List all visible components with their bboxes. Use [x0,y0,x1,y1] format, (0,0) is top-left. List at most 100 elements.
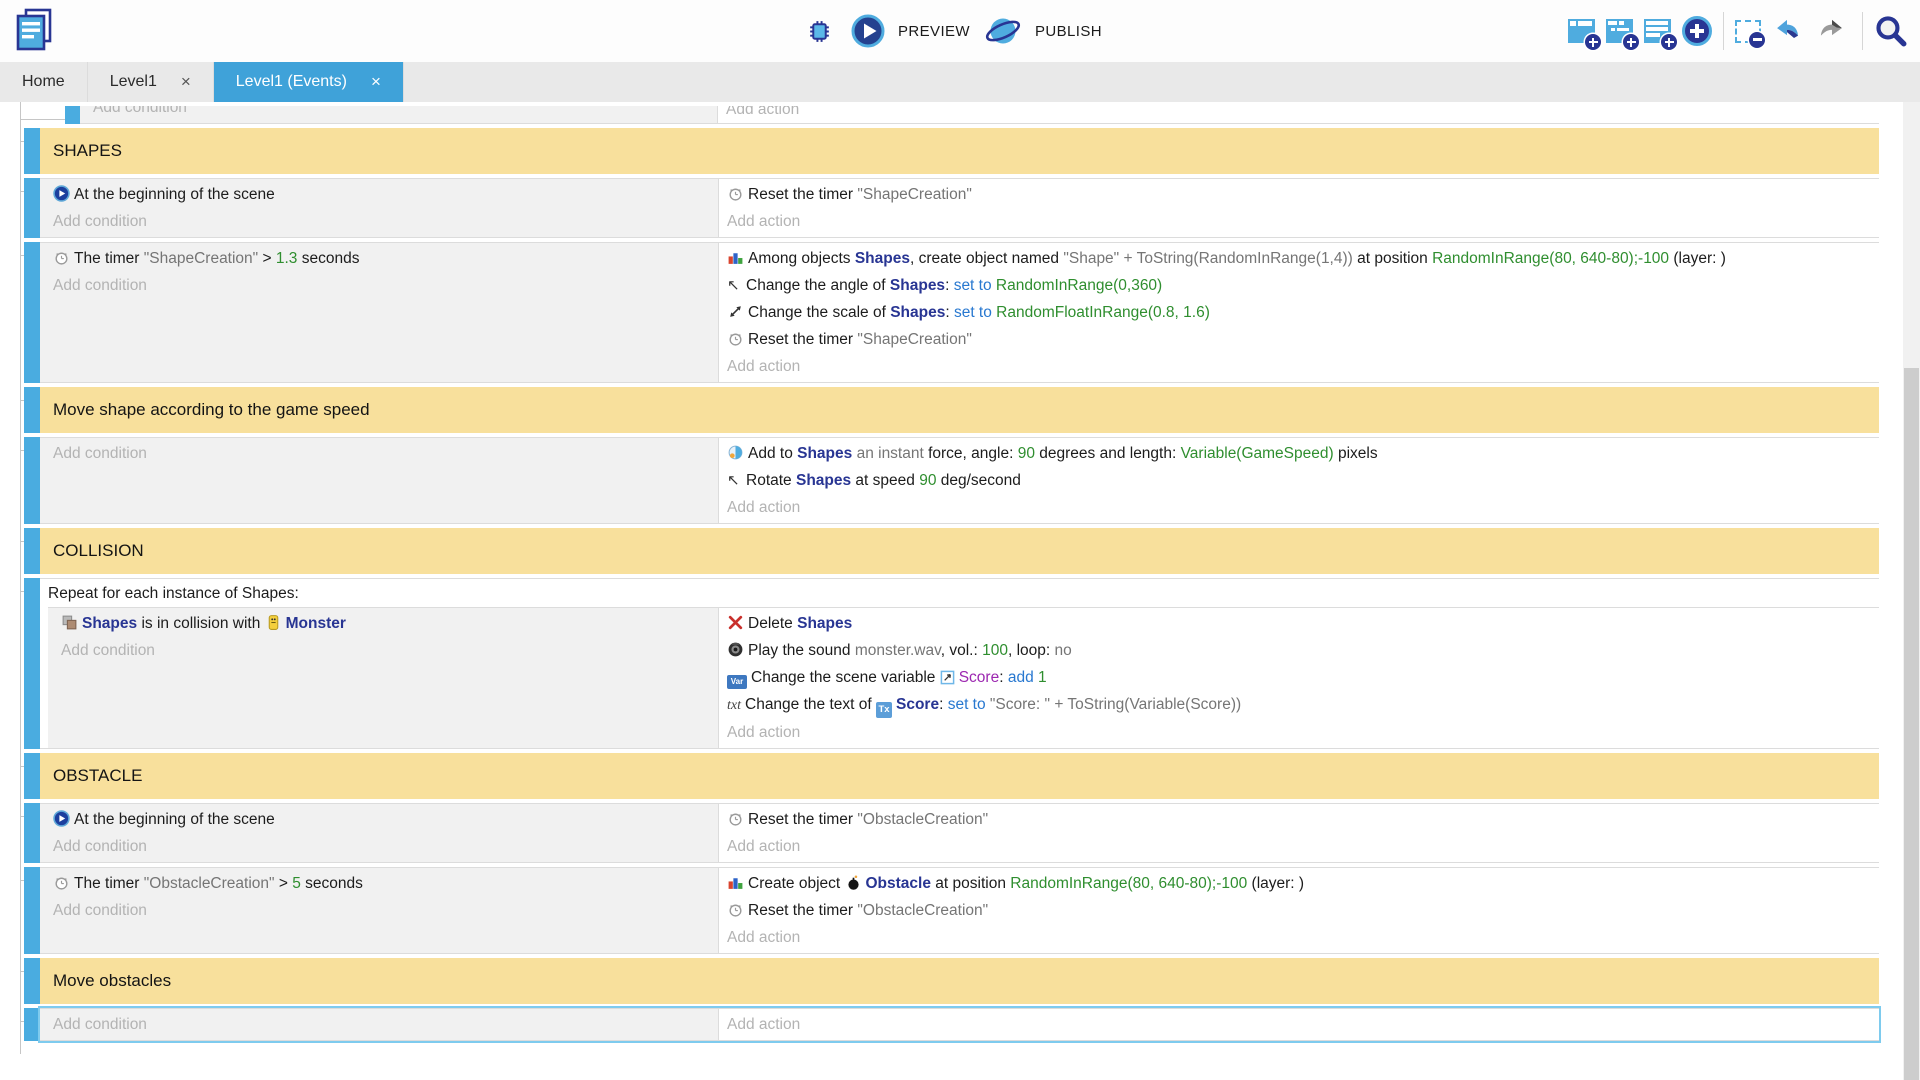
action-change-angle[interactable]: ↖Change the angle of Shapes: set to Rand… [727,272,1869,299]
event-marker[interactable] [24,437,40,524]
condition-timer-shapecreation[interactable]: The timer "ShapeCreation" > 1.3 seconds [53,245,712,272]
event-marker[interactable] [24,528,40,574]
event-marker[interactable] [24,958,40,1004]
gdevelop-logo[interactable] [12,7,56,55]
vertical-scrollbar[interactable] [1903,102,1920,1080]
action-instant-force[interactable]: Add to Shapes an instant force, angle: 9… [727,440,1869,467]
redo-button[interactable] [1817,17,1851,45]
tab-bar: Home Level1 × Level1 (Events) × [0,62,1920,102]
group-obstacle[interactable]: OBSTACLE [24,753,1879,799]
scrollbar-thumb[interactable] [1904,368,1919,1080]
tree-gutter-line [20,102,21,1054]
event-marker[interactable] [65,106,80,124]
add-element-button[interactable] [1682,16,1712,46]
add-action-button[interactable]: Add action [727,208,1869,235]
add-action-button[interactable]: Add action [727,494,1869,521]
scene-start-icon [53,185,70,202]
event-repeat-collision[interactable]: Repeat for each instance of Shapes: Shap… [24,578,1879,749]
group-title[interactable]: SHAPES [40,128,1879,174]
preview-button[interactable]: PREVIEW [851,14,970,48]
action-reset-timer[interactable]: Reset the timer "ObstacleCreation" [727,897,1869,924]
tab-home[interactable]: Home [0,62,88,102]
tab-level1[interactable]: Level1 × [88,62,214,102]
undo-button[interactable] [1772,17,1806,45]
add-action-button[interactable]: Add action [727,353,1869,380]
action-reset-timer[interactable]: Reset the timer "ShapeCreation" [727,181,1869,208]
add-circle-icon [1682,16,1712,46]
condition-collision[interactable]: Shapes is in collision with Monster [61,610,712,637]
add-action-button[interactable]: Add action [727,1011,1869,1038]
group-title[interactable]: COLLISION [40,528,1879,574]
group-move-obstacles[interactable]: Move obstacles [24,958,1879,1004]
event-marker[interactable] [24,242,40,383]
delete-selection-button[interactable] [1735,20,1761,43]
add-action-button[interactable]: Add action [727,719,1869,746]
group-title[interactable]: Move shape according to the game speed [40,387,1879,433]
action-play-sound[interactable]: Play the sound monster.wav, vol.: 100, l… [727,637,1869,664]
tab-level1-events[interactable]: Level1 (Events) × [214,62,404,102]
add-condition-button[interactable]: Add condition [53,1011,712,1038]
event-marker[interactable] [24,178,40,238]
event-scene-start-shapes[interactable]: At the beginning of the scene Add condit… [24,178,1879,238]
timer-icon [53,249,70,266]
add-condition-button[interactable]: Add condition [53,440,712,467]
tab-level1-events-label: Level1 (Events) [236,73,347,91]
add-condition-button[interactable]: Add condition [61,637,712,664]
group-shapes[interactable]: SHAPES [24,128,1879,174]
event-obstacle-timer[interactable]: The timer "ObstacleCreation" > 5 seconds… [24,867,1879,954]
event-marker[interactable] [24,753,40,799]
debug-button[interactable] [806,18,837,45]
event-marker[interactable] [24,387,40,433]
group-move-shape[interactable]: Move shape according to the game speed [24,387,1879,433]
event-marker[interactable] [24,803,40,863]
close-icon[interactable]: × [371,72,381,92]
action-create-shape[interactable]: Among objects Shapes, create object name… [727,245,1869,272]
action-change-variable[interactable]: VarChange the scene variable Score: add … [727,664,1869,691]
group-collision[interactable]: COLLISION [24,528,1879,574]
add-condition-button[interactable]: Add condition [53,208,712,235]
add-comment-button[interactable] [1644,19,1671,43]
publish-button[interactable]: PUBLISH [984,13,1102,49]
event-marker[interactable] [24,578,40,749]
action-delete[interactable]: Delete Shapes [727,610,1869,637]
create-object-icon [727,874,744,891]
action-reset-timer[interactable]: Reset the timer "ShapeCreation" [727,326,1869,353]
condition-timer-obstaclecreation[interactable]: The timer "ObstacleCreation" > 5 seconds [53,870,712,897]
event-marker[interactable] [24,128,40,174]
add-action-button[interactable]: Add action [726,106,1869,123]
repeat-header[interactable]: Repeat for each instance of Shapes: [40,579,1879,607]
add-condition-button[interactable]: Add condition [93,106,711,121]
add-action-button[interactable]: Add action [727,833,1869,860]
toolbar-separator [1723,12,1724,50]
condition-scene-start[interactable]: At the beginning of the scene [53,181,712,208]
add-condition-button[interactable]: Add condition [53,272,712,299]
action-create-obstacle[interactable]: Create object Obstacle at position Rando… [727,870,1869,897]
event-move-shape[interactable]: Add condition Add to Shapes an instant f… [24,437,1879,524]
event-marker[interactable] [24,867,40,954]
search-icon [1874,14,1908,48]
event-scene-start-obstacle[interactable]: At the beginning of the scene Add condit… [24,803,1879,863]
action-change-scale[interactable]: Change the scale of Shapes: set to Rando… [727,299,1869,326]
add-condition-button[interactable]: Add condition [53,897,712,924]
action-change-text[interactable]: txtChange the text of TxScore: set to "S… [727,691,1869,719]
add-event-button[interactable] [1568,19,1595,43]
action-rotate[interactable]: ↖Rotate Shapes at speed 90 deg/second [727,467,1869,494]
publish-label: PUBLISH [1035,23,1102,40]
event-shape-timer[interactable]: The timer "ShapeCreation" > 1.3 seconds … [24,242,1879,383]
scene-start-icon [53,810,70,827]
event-row-clipped[interactable]: Add condition Add action [65,106,1879,124]
rotate-icon: ↖ [727,467,743,494]
event-empty-selected[interactable]: Add condition Add action [24,1008,1879,1041]
delete-icon [727,614,744,631]
add-subevent-button[interactable] [1606,19,1633,43]
add-comment-icon [1644,19,1671,43]
condition-scene-start[interactable]: At the beginning of the scene [53,806,712,833]
close-icon[interactable]: × [181,72,191,92]
add-condition-button[interactable]: Add condition [53,833,712,860]
action-reset-timer[interactable]: Reset the timer "ObstacleCreation" [727,806,1869,833]
add-action-button[interactable]: Add action [727,924,1869,951]
group-title[interactable]: Move obstacles [40,958,1879,1004]
search-button[interactable] [1874,14,1912,48]
event-marker[interactable] [24,1008,40,1041]
group-title[interactable]: OBSTACLE [40,753,1879,799]
